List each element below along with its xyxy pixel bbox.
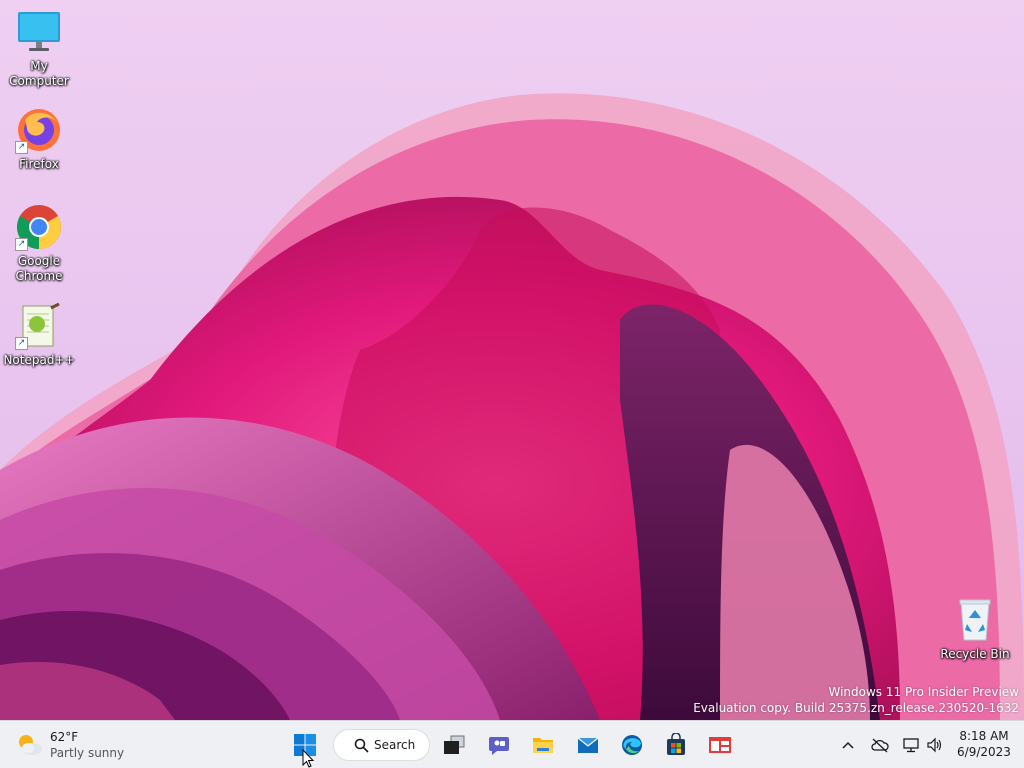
edge-icon	[622, 735, 642, 755]
weather-widget[interactable]: 62°F Partly sunny	[16, 727, 156, 763]
chrome-icon: ↗	[15, 203, 63, 251]
store-button[interactable]	[658, 727, 694, 763]
desktop-icon-label: My Computer	[9, 59, 69, 88]
app-window-icon	[709, 737, 731, 753]
task-view-icon	[444, 735, 465, 754]
taskbar: 62°F Partly sunny Search 8:18 AM 6/9/202…	[0, 720, 1024, 768]
desktop[interactable]: My Computer ↗ Firefox ↗ Google Chrome ↗ …	[0, 0, 1024, 720]
desktop-icon-recycle-bin[interactable]: Recycle Bin	[936, 596, 1014, 662]
desktop-icon-notepadpp[interactable]: ↗ Notepad++	[0, 302, 78, 368]
mail-button[interactable]	[570, 727, 606, 763]
taskbar-search[interactable]: Search	[333, 729, 430, 761]
clock-date: 6/9/2023	[957, 745, 1011, 759]
chat-button[interactable]	[481, 727, 517, 763]
desktop-icon-label: Recycle Bin	[940, 647, 1010, 661]
taskbar-clock[interactable]: 8:18 AM 6/9/2023	[948, 728, 1020, 760]
desktop-icon-label: Notepad++	[3, 353, 75, 367]
watermark-line-2: Evaluation copy. Build 25375.zn_release.…	[693, 701, 1019, 715]
search-icon	[354, 738, 369, 753]
weather-condition: Partly sunny	[50, 746, 125, 760]
volume-icon[interactable]	[926, 736, 944, 754]
onedrive-offline-icon[interactable]	[871, 736, 889, 754]
store-icon	[667, 733, 685, 755]
folder-icon	[533, 738, 553, 753]
teams-chat-icon	[489, 737, 509, 755]
watermark-line-1: Windows 11 Pro Insider Preview	[828, 685, 1019, 699]
desktop-icon-firefox[interactable]: ↗ Firefox	[0, 106, 78, 172]
mail-icon	[577, 737, 599, 753]
network-icon[interactable]	[902, 736, 920, 754]
desktop-icon-label: Firefox	[19, 157, 59, 171]
notepadpp-icon: ↗	[15, 302, 63, 350]
wallpaper-bloom	[0, 93, 1024, 720]
shortcut-arrow-icon: ↗	[15, 238, 28, 251]
monitor-icon	[15, 8, 63, 56]
chevron-up-icon[interactable]	[839, 736, 857, 754]
edge-button[interactable]	[614, 727, 650, 763]
task-view-button[interactable]	[436, 727, 472, 763]
shortcut-arrow-icon: ↗	[15, 141, 28, 154]
recycle-bin-icon	[951, 596, 999, 644]
desktop-icon-chrome[interactable]: ↗ Google Chrome	[0, 203, 78, 284]
weather-temp: 62°F	[50, 730, 79, 744]
partly-sunny-icon	[16, 733, 44, 757]
app-button[interactable]	[702, 727, 738, 763]
firefox-icon: ↗	[15, 106, 63, 154]
desktop-icon-label: Google Chrome	[15, 254, 63, 283]
clock-time: 8:18 AM	[959, 729, 1009, 743]
file-explorer-button[interactable]	[525, 727, 561, 763]
build-watermark: Windows 11 Pro Insider Preview Evaluatio…	[693, 684, 1019, 716]
mouse-cursor-icon	[302, 749, 315, 768]
desktop-icon-my-computer[interactable]: My Computer	[0, 8, 78, 89]
shortcut-arrow-icon: ↗	[15, 337, 28, 350]
search-label: Search	[374, 738, 416, 752]
